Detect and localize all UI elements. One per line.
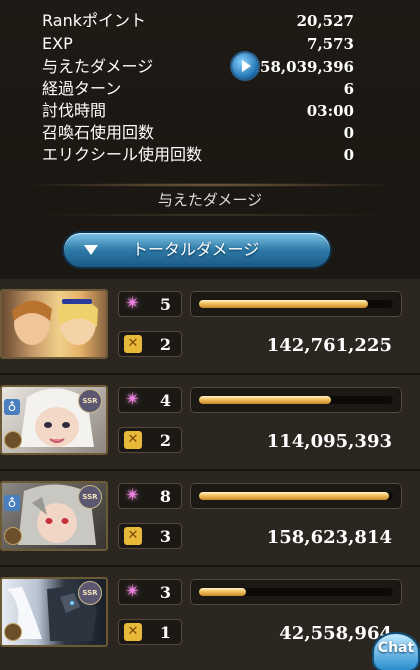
chevron-down-icon xyxy=(84,245,98,255)
skill-count: 2 xyxy=(159,431,171,450)
stat-value: 03:00 xyxy=(306,102,354,120)
skill-count: 1 xyxy=(159,623,171,642)
skill-count-box: ✕ 3 xyxy=(118,523,182,549)
star-icon: ✴ xyxy=(125,485,141,506)
stat-label: Rankポイント xyxy=(42,11,146,30)
turn-count: 8 xyxy=(159,487,171,506)
stat-value: 20,527 xyxy=(296,12,354,30)
stat-label: エリクシール使用回数 xyxy=(42,145,203,164)
stat-damage: 与えたダメージ 458,039,396 xyxy=(42,56,354,78)
stat-value: 6 xyxy=(343,80,354,98)
stat-label: 経過ターン xyxy=(42,79,122,98)
character-row: ✴ 5 ✕ 2 142,761,225 xyxy=(0,279,420,375)
stat-time: 討伐時間 03:00 xyxy=(42,100,354,122)
damage-list: ✴ 5 ✕ 2 142,761,225 ♁ SSR ✴ 4 ✕ 2 114,09… xyxy=(0,279,420,670)
crossed-swords-icon: ✕ xyxy=(124,623,142,641)
ssr-badge: SSR xyxy=(78,485,102,509)
character-portrait[interactable]: SSR xyxy=(0,577,108,647)
star-icon: ✴ xyxy=(125,389,141,410)
stat-value: 7,573 xyxy=(307,35,354,53)
character-portrait[interactable] xyxy=(0,289,108,359)
element-icon xyxy=(4,527,22,545)
crossed-swords-icon: ✕ xyxy=(124,431,142,449)
ssr-badge: SSR xyxy=(78,581,102,605)
ring-icon: ♁ xyxy=(4,399,20,415)
stat-exp: EXP 7,573 xyxy=(42,33,354,55)
damage-value: 158,623,814 xyxy=(266,527,392,548)
duo-portrait xyxy=(12,299,98,345)
divider xyxy=(20,214,400,216)
damage-bar xyxy=(190,387,402,413)
damage-type-dropdown[interactable]: トータルダメージ xyxy=(64,233,330,267)
stat-label: 討伐時間 xyxy=(42,101,107,120)
damage-bar-fill xyxy=(199,300,368,308)
play-icon[interactable] xyxy=(232,53,258,79)
star-icon: ✴ xyxy=(125,581,141,602)
turn-count: 4 xyxy=(159,391,171,410)
element-icon xyxy=(4,431,22,449)
ring-icon: ♁ xyxy=(4,495,20,511)
stat-rank-points: Rankポイント 20,527 xyxy=(42,10,354,32)
stat-turns: 経過ターン 6 xyxy=(42,78,354,100)
element-icon xyxy=(4,623,22,641)
skill-count: 2 xyxy=(159,335,171,354)
chat-button[interactable]: Chat xyxy=(374,634,418,670)
damage-value: 142,761,225 xyxy=(266,335,392,356)
skill-count-box: ✕ 2 xyxy=(118,427,182,453)
stat-value: 0 xyxy=(343,146,354,164)
chat-label: Chat xyxy=(377,640,415,656)
battle-stats: Rankポイント 20,527 EXP 7,573 与えたダメージ 458,03… xyxy=(0,0,420,176)
turn-count: 3 xyxy=(159,583,171,602)
stat-summon-uses: 召喚石使用回数 0 xyxy=(42,122,354,144)
ssr-badge: SSR xyxy=(78,389,102,413)
dropdown-label: トータルダメージ xyxy=(132,240,260,259)
character-row: ♁ SSR ✴ 8 ✕ 3 158,623,814 xyxy=(0,471,420,567)
crossed-swords-icon: ✕ xyxy=(124,335,142,353)
skill-count-box: ✕ 2 xyxy=(118,331,182,357)
stat-value: 0 xyxy=(343,124,354,142)
turn-count-box: ✴ 3 xyxy=(118,579,182,605)
character-row: SSR ✴ 3 ✕ 1 42,558,964 xyxy=(0,567,420,661)
character-portrait[interactable]: ♁ SSR xyxy=(0,481,108,551)
divider xyxy=(20,183,400,187)
stat-label: EXP xyxy=(42,34,73,53)
crossed-swords-icon: ✕ xyxy=(124,527,142,545)
skill-count: 3 xyxy=(159,527,171,546)
damage-bar-fill xyxy=(199,492,390,500)
character-portrait[interactable]: ♁ SSR xyxy=(0,385,108,455)
damage-bar xyxy=(190,579,402,605)
stat-elixir-uses: エリクシール使用回数 0 xyxy=(42,144,354,166)
character-row: ♁ SSR ✴ 4 ✕ 2 114,095,393 xyxy=(0,375,420,471)
skill-count-box: ✕ 1 xyxy=(118,619,182,645)
star-icon: ✴ xyxy=(125,293,141,314)
damage-value: 114,095,393 xyxy=(266,431,392,452)
turn-count-box: ✴ 4 xyxy=(118,387,182,413)
section-title: 与えたダメージ xyxy=(157,191,263,209)
turn-count-box: ✴ 8 xyxy=(118,483,182,509)
turn-count-box: ✴ 5 xyxy=(118,291,182,317)
damage-bar xyxy=(190,291,402,317)
stat-label: 与えたダメージ xyxy=(42,57,154,76)
stat-value: 458,039,396 xyxy=(249,58,354,76)
damage-bar xyxy=(190,483,402,509)
damage-bar-fill xyxy=(199,588,246,596)
stat-label: 召喚石使用回数 xyxy=(42,123,155,142)
turn-count: 5 xyxy=(159,295,171,314)
damage-bar-fill xyxy=(199,396,331,404)
